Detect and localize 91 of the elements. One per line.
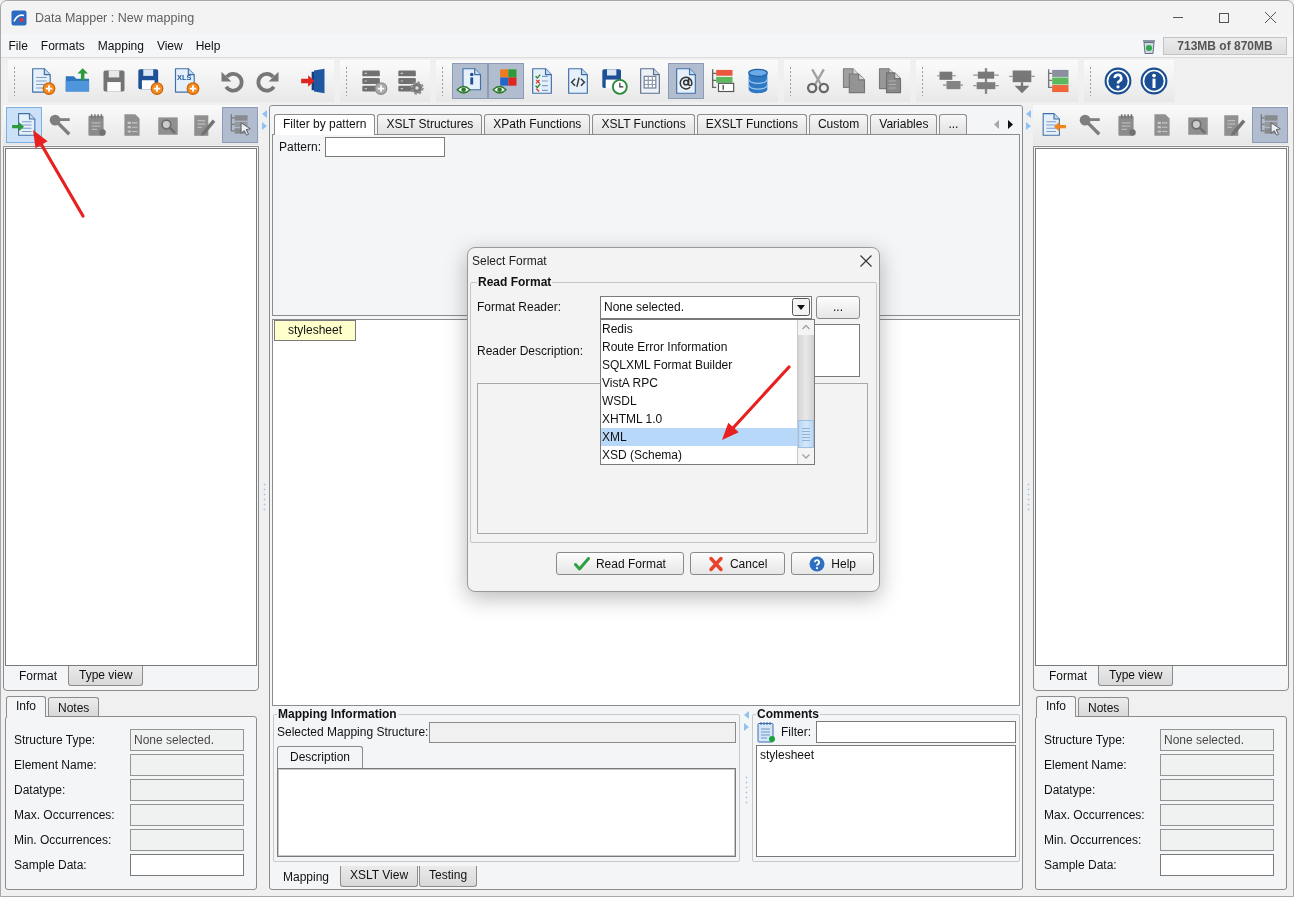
tab[interactable]: Info xyxy=(1036,696,1076,717)
field-label: Max. Occurrences: xyxy=(1044,807,1146,824)
menu-item[interactable]: Help xyxy=(189,35,227,56)
menu-item[interactable]: Formats xyxy=(34,35,92,56)
help-button[interactable]: Help xyxy=(791,552,874,575)
maximize-icon[interactable] xyxy=(1219,12,1229,23)
dropdown-option[interactable]: VistA RPC xyxy=(601,374,797,392)
field-label: Datatype: xyxy=(14,782,67,799)
toolbar-grip[interactable] xyxy=(789,66,792,96)
tab[interactable]: Filter by pattern xyxy=(274,114,376,135)
notepad-icon[interactable] xyxy=(756,721,776,743)
list-item[interactable]: stylesheet xyxy=(760,748,815,763)
field-label: Selected Mapping Structure: xyxy=(277,725,429,739)
toolbar-grip[interactable] xyxy=(921,66,924,96)
memory-usage-indicator: 713MB of 870MB xyxy=(1163,36,1287,55)
help-icon xyxy=(809,555,826,572)
pattern-field[interactable] xyxy=(325,137,446,157)
field-label: Element Name: xyxy=(1044,757,1128,774)
field-label: Structure Type: xyxy=(14,732,97,749)
dropdown-option[interactable]: WSDL xyxy=(601,392,797,410)
description-text-area[interactable] xyxy=(277,768,736,857)
tab[interactable]: Info xyxy=(6,696,46,717)
window-title: Data Mapper : New mapping xyxy=(35,10,195,25)
menu-item[interactable]: View xyxy=(150,35,190,56)
close-icon[interactable] xyxy=(860,254,872,267)
scrollbar[interactable] xyxy=(797,320,814,464)
tab[interactable]: Description xyxy=(277,746,364,768)
tab[interactable]: Testing xyxy=(419,866,478,887)
text-field[interactable] xyxy=(1160,854,1274,876)
caret-down-icon xyxy=(792,298,810,316)
field-label: Pattern: xyxy=(279,140,322,154)
tab[interactable]: Type view xyxy=(1098,666,1174,686)
field-label: Structure Type: xyxy=(1044,732,1127,749)
icon-label: XLS xyxy=(177,72,192,82)
tab[interactable]: EXSLT Functions xyxy=(696,114,807,134)
field-label: Format Reader: xyxy=(477,300,563,314)
scrollbar-thumb[interactable] xyxy=(798,420,814,448)
app-logo-icon xyxy=(11,9,27,26)
cross-icon xyxy=(707,555,724,572)
field-label: Reader Description: xyxy=(477,343,585,358)
tab[interactable]: ... xyxy=(939,114,968,134)
group-title: Mapping Information xyxy=(277,707,398,721)
tab[interactable]: Type view xyxy=(68,666,144,686)
tab[interactable]: Notes xyxy=(1078,697,1130,716)
spreadsheet-document-button[interactable]: XLS xyxy=(168,63,204,99)
tab[interactable]: Format xyxy=(1038,666,1098,687)
tab[interactable]: Mapping xyxy=(273,866,340,888)
dropdown-option[interactable]: XHTML 1.0 xyxy=(601,410,797,428)
group-title: Read Format xyxy=(477,275,553,289)
field-label: Sample Data: xyxy=(14,857,88,874)
checkmark-icon xyxy=(573,555,590,572)
canvas-node[interactable]: stylesheet xyxy=(274,320,356,341)
tab[interactable]: XPath Functions xyxy=(484,114,591,134)
dropdown-option[interactable]: XML xyxy=(601,428,797,446)
toolbar-grip[interactable] xyxy=(441,66,444,96)
field-label: Min. Occurrences: xyxy=(1044,832,1143,849)
toolbar-grip[interactable] xyxy=(1089,66,1092,96)
tab[interactable]: Notes xyxy=(48,697,100,716)
menu-item[interactable]: File xyxy=(2,35,35,56)
toolbar-grip[interactable] xyxy=(13,66,16,96)
dropdown-option[interactable]: Route Error Information xyxy=(601,338,797,356)
field-label: Element Name: xyxy=(14,757,98,774)
dialog-title: Select Format xyxy=(472,253,547,268)
group-title: Comments xyxy=(756,707,820,721)
field-label: Max. Occurrences: xyxy=(14,807,116,824)
field-label: Sample Data: xyxy=(1044,857,1118,874)
format-reader-dropdown[interactable]: None selected. xyxy=(600,295,812,319)
tab[interactable]: XSLT Functions xyxy=(592,114,695,134)
recycle-bin-icon[interactable] xyxy=(1141,37,1157,54)
tab[interactable]: XSLT View xyxy=(340,866,419,887)
cancel-button[interactable]: Cancel xyxy=(689,552,786,575)
browse-button[interactable]: ... xyxy=(816,295,860,319)
tab[interactable]: Custom xyxy=(808,114,869,134)
text-field[interactable] xyxy=(130,854,244,876)
tab[interactable]: XSLT Structures xyxy=(377,114,483,134)
field-label: Datatype: xyxy=(1044,782,1097,799)
scroll-right-icon[interactable] xyxy=(1008,119,1013,129)
field-label: Filter: xyxy=(781,725,811,739)
dropdown-option[interactable]: Redis xyxy=(601,320,797,338)
text-field[interactable] xyxy=(429,721,736,743)
confirm-button[interactable]: Read Format xyxy=(555,552,684,575)
dropdown-option[interactable]: SQLXML Format Builder xyxy=(601,356,797,374)
tab[interactable]: Variables xyxy=(870,114,938,134)
field-label: Min. Occurrences: xyxy=(14,832,113,849)
filter-field[interactable] xyxy=(816,721,1016,743)
dropdown-option[interactable]: XSD (Schema) xyxy=(601,446,797,464)
close-icon[interactable] xyxy=(1264,12,1276,23)
menu-item[interactable]: Mapping xyxy=(91,35,151,56)
scroll-down-icon[interactable] xyxy=(798,448,814,464)
tab[interactable]: Format xyxy=(8,666,68,687)
toolbar-grip[interactable] xyxy=(345,66,348,96)
